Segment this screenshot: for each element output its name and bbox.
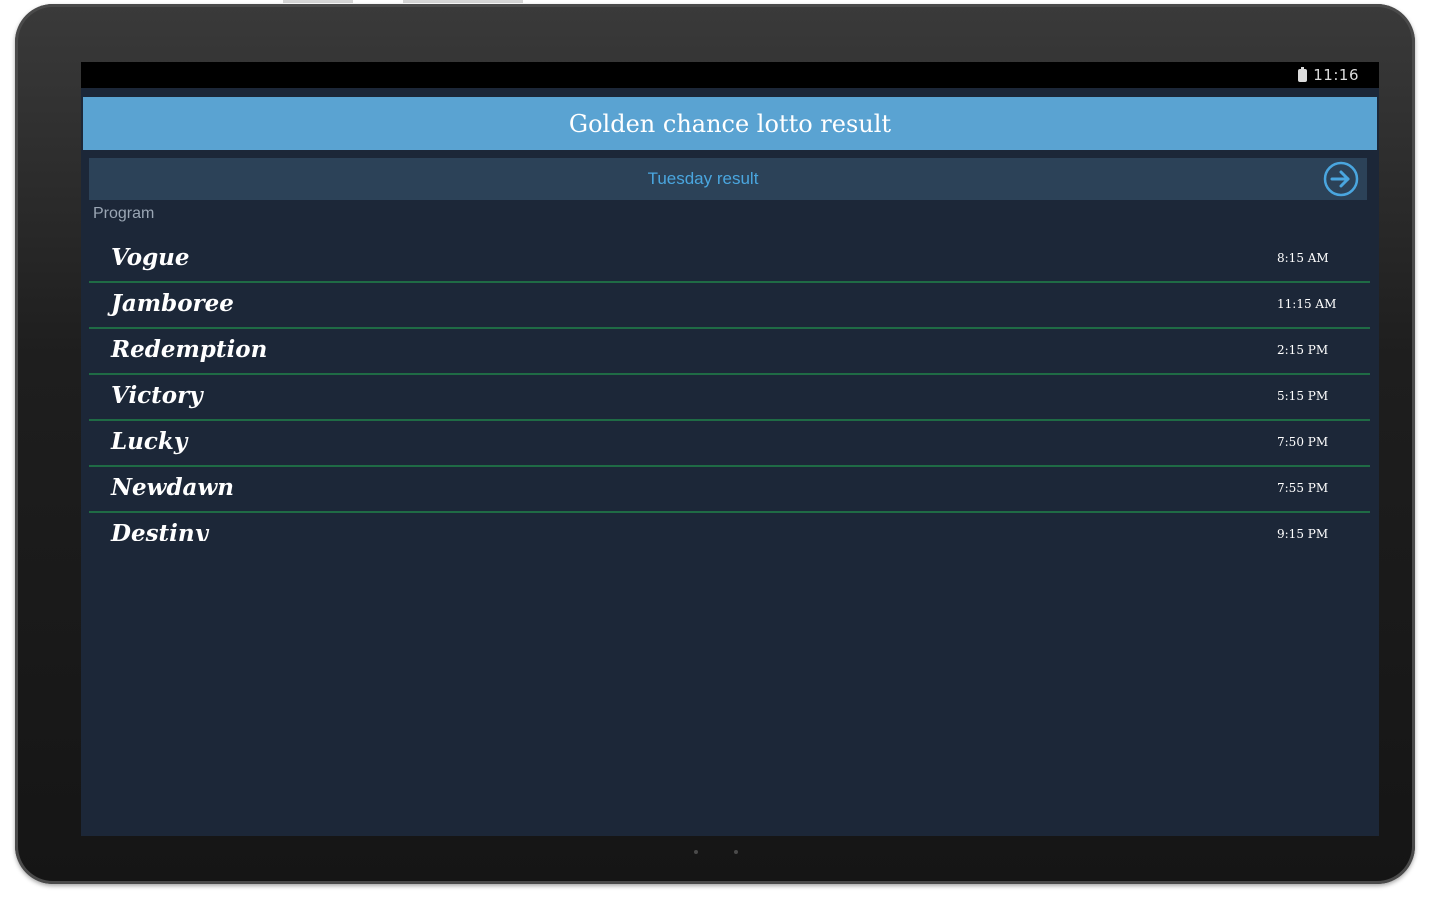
program-name: Victory <box>111 382 203 409</box>
program-time: 8:15 AM <box>1277 251 1329 265</box>
device-screen: 11:16 Golden chance lotto result Tuesday… <box>81 62 1379 836</box>
program-row[interactable]: Destiny 9:15 PM <box>89 513 1370 541</box>
nav-indicator <box>0 850 1431 854</box>
section-label: Program <box>93 205 155 222</box>
program-time: 7:50 PM <box>1277 435 1329 449</box>
program-name: Redemption <box>111 336 268 363</box>
program-name: Jamboree <box>111 290 234 317</box>
program-time: 11:15 AM <box>1277 297 1337 311</box>
day-selector: Tuesday result <box>89 158 1367 200</box>
program-time: 2:15 PM <box>1277 343 1329 357</box>
program-row[interactable]: Redemption 2:15 PM <box>89 329 1370 375</box>
program-time: 5:15 PM <box>1277 389 1329 403</box>
status-time: 11:16 <box>1313 66 1359 84</box>
top-edge-fragment <box>403 0 523 3</box>
program-row[interactable]: Newdawn 7:55 PM <box>89 467 1370 513</box>
program-row[interactable]: Victory 5:15 PM <box>89 375 1370 421</box>
program-name: Vogue <box>111 244 190 271</box>
arrow-right-circle-icon <box>1323 161 1359 197</box>
program-time: 7:55 PM <box>1277 481 1329 495</box>
program-row[interactable]: Lucky 7:50 PM <box>89 421 1370 467</box>
program-name: Destiny <box>111 520 208 541</box>
tablet-frame: 11:16 Golden chance lotto result Tuesday… <box>15 4 1415 884</box>
battery-icon <box>1298 66 1308 82</box>
top-edge-fragment <box>283 0 353 3</box>
nav-dot <box>733 850 738 854</box>
status-bar: 11:16 <box>81 62 1379 88</box>
app-title: Golden chance lotto result <box>568 109 892 138</box>
program-list: Vogue 8:15 AM Jamboree 11:15 AM Redempti… <box>89 237 1370 541</box>
nav-dot <box>693 850 698 854</box>
next-day-button[interactable] <box>1323 161 1359 197</box>
program-name: Lucky <box>111 428 188 455</box>
day-label: Tuesday result <box>647 169 759 188</box>
program-row[interactable]: Jamboree 11:15 AM <box>89 283 1370 329</box>
status-icons: 11:16 <box>1298 66 1359 84</box>
action-bar: Golden chance lotto result <box>83 97 1377 150</box>
program-name: Newdawn <box>111 474 234 501</box>
program-row[interactable]: Vogue 8:15 AM <box>89 237 1370 283</box>
program-time: 9:15 PM <box>1277 527 1329 541</box>
